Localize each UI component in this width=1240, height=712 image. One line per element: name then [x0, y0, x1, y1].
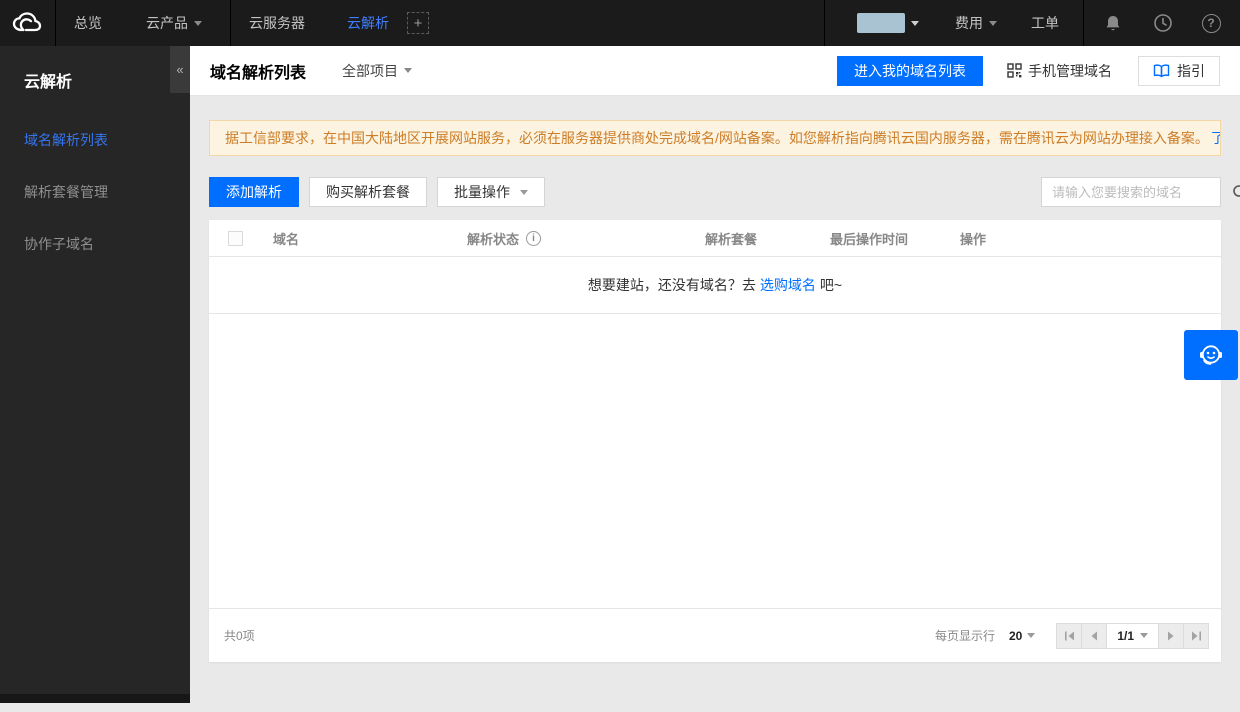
page-header: 域名解析列表 全部项目 进入我的域名列表 手机管理域名 指引 [190, 46, 1240, 96]
collapse-chevrons-icon: « [176, 62, 184, 77]
nav-item-cvm[interactable]: 云服务器 [239, 0, 315, 46]
open-book-icon [1153, 64, 1170, 77]
per-page-label: 每页显示行 [934, 629, 995, 643]
select-all-checkbox[interactable] [228, 230, 243, 246]
prev-page-icon [1091, 631, 1098, 640]
next-page-icon [1168, 631, 1174, 640]
column-header-plan: 解析套餐 [705, 231, 758, 247]
pagination-area: 每页显示行 20 1/1 [934, 622, 1209, 649]
headset-smiley-icon [1200, 345, 1222, 365]
customer-service-button[interactable] [1184, 330, 1238, 380]
nav-item-billing[interactable]: 费用 [945, 0, 1007, 46]
table-body-empty-area [209, 314, 1221, 608]
add-record-button[interactable]: 添加解析 [209, 177, 299, 207]
sidebar-title: 云解析 [24, 74, 73, 91]
guide-button[interactable]: 指引 [1138, 55, 1220, 86]
chevron-down-icon [911, 20, 919, 26]
page-title: 域名解析列表 [210, 64, 307, 82]
empty-state-text-suffix: 吧~ [819, 277, 843, 293]
qr-code-icon [1007, 63, 1022, 78]
help-icon[interactable]: ? [1188, 0, 1234, 46]
chevron-down-icon [989, 20, 997, 26]
plus-icon: + [413, 14, 423, 32]
per-page-select[interactable]: 20 [1009, 629, 1036, 643]
nav-item-products[interactable]: 云产品 [136, 0, 212, 46]
project-filter-select[interactable]: 全部项目 [342, 61, 413, 81]
nav-divider [55, 0, 56, 46]
first-page-button[interactable] [1056, 622, 1083, 649]
last-page-icon [1191, 631, 1201, 640]
chevron-down-icon [520, 189, 528, 195]
sidebar-bottom-strip [0, 694, 190, 703]
sidebar-menu: 域名解析列表 解析套餐管理 协作子域名 [0, 120, 190, 264]
pager: 1/1 [1056, 622, 1209, 649]
nav-item-ticket[interactable]: 工单 [1021, 0, 1069, 46]
nav-divider [1083, 0, 1084, 46]
notification-bell-icon[interactable] [1090, 0, 1136, 46]
column-header-operation: 操作 [960, 231, 987, 247]
domain-search [1041, 177, 1240, 207]
sidebar-item-collaborative-subdomain[interactable]: 协作子域名 [0, 224, 190, 264]
sidebar-item-plan-management[interactable]: 解析套餐管理 [0, 172, 190, 212]
column-header-domain: 域名 [273, 231, 300, 247]
toolbar: 添加解析 购买解析套餐 批量操作 [209, 177, 1240, 207]
header-select-all [209, 230, 273, 246]
chevron-down-icon [1027, 633, 1036, 638]
info-icon[interactable]: i [526, 230, 542, 246]
add-shortcut-button[interactable]: + [407, 12, 429, 34]
icp-notice-banner: 据工信部要求，在中国大陆地区开展网站服务，必须在服务器提供商处完成域名/网站备案… [209, 120, 1221, 156]
chevron-down-icon [194, 20, 202, 26]
total-count: 共0项 [224, 629, 255, 643]
account-menu[interactable] [847, 0, 929, 46]
chevron-down-icon [404, 68, 413, 73]
prev-page-button[interactable] [1081, 622, 1108, 649]
empty-state-row: 想要建站，还没有域名？去 选购域名 吧~ [209, 257, 1221, 314]
nav-divider [230, 0, 231, 46]
nav-item-dns[interactable]: 云解析 [337, 0, 399, 46]
table-footer: 共0项 每页显示行 20 1/1 [209, 608, 1221, 662]
sidebar: 云解析 « 域名解析列表 解析套餐管理 协作子域名 [0, 46, 190, 703]
table-header-row: 域名 解析状态 i 解析套餐 最后操作时间 操作 [209, 220, 1221, 257]
column-header-status: 解析状态 i [467, 229, 705, 248]
next-page-button[interactable] [1158, 622, 1184, 649]
history-clock-icon[interactable] [1140, 0, 1186, 46]
main-content: 域名解析列表 全部项目 进入我的域名列表 手机管理域名 指引 据工信部要求，在中… [190, 46, 1240, 712]
tencent-cloud-logo-icon[interactable] [9, 11, 43, 35]
chevron-down-icon [1140, 633, 1148, 638]
top-nav: 总览 云产品 云服务器 云解析 + 费用 工单 ? [0, 0, 1240, 46]
nav-divider [824, 0, 825, 46]
mobile-manage-domain-link[interactable]: 手机管理域名 [1007, 61, 1112, 81]
avatar [857, 13, 905, 33]
empty-state-text: 想要建站，还没有域名？去 [587, 277, 756, 293]
nav-item-overview[interactable]: 总览 [64, 0, 112, 46]
notice-text: 据工信部要求，在中国大陆地区开展网站服务，必须在服务器提供商处完成域名/网站备案… [225, 130, 1209, 146]
my-domain-list-button[interactable]: 进入我的域名列表 [837, 55, 983, 86]
buy-domain-link[interactable]: 选购域名 [760, 275, 816, 295]
column-header-last-operation-time: 最后操作时间 [830, 231, 909, 247]
search-icon[interactable] [1232, 178, 1240, 206]
last-page-button[interactable] [1183, 622, 1209, 649]
buy-plan-button[interactable]: 购买解析套餐 [309, 177, 427, 207]
sidebar-collapse-button[interactable]: « [170, 46, 190, 93]
learn-more-link[interactable]: 了解详情 [1211, 128, 1220, 148]
page-indicator-select[interactable]: 1/1 [1106, 622, 1159, 649]
batch-operation-dropdown[interactable]: 批量操作 [437, 177, 545, 207]
first-page-icon [1064, 631, 1074, 640]
search-input[interactable] [1042, 184, 1232, 200]
sidebar-item-domain-list[interactable]: 域名解析列表 [0, 120, 190, 160]
domain-table-card: 域名 解析状态 i 解析套餐 最后操作时间 操作 想要建站，还没有域名？去 选购… [209, 220, 1221, 662]
page-header-actions: 进入我的域名列表 手机管理域名 指引 [837, 55, 1220, 86]
